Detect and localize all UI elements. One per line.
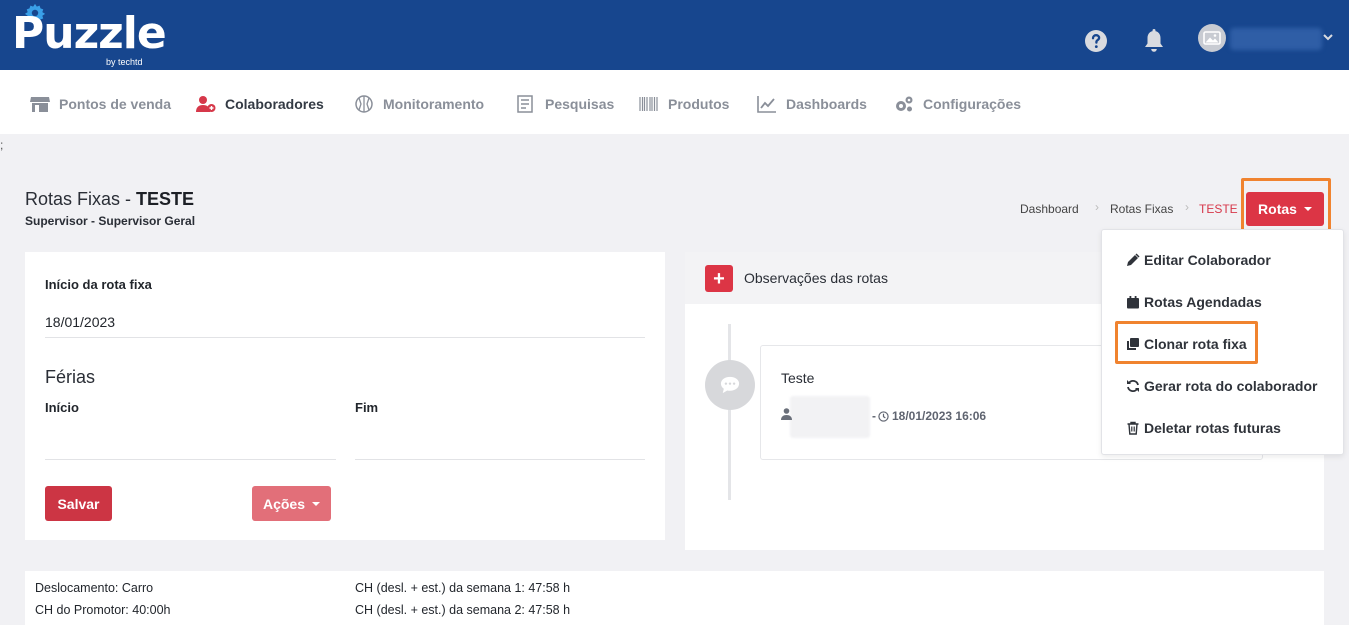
start-field-underline [45,337,645,338]
menu-item-label: Gerar rota do colaborador [1144,378,1318,394]
rotas-dropdown-button[interactable]: Rotas [1246,192,1324,226]
actions-button-label: Ações [262,495,306,512]
survey-icon [517,95,533,113]
nav-label: Pesquisas [545,96,615,112]
help-icon[interactable] [1084,29,1108,53]
breadcrumb-rotas-fixas[interactable]: Rotas Fixas [1110,202,1173,216]
summary-card: Deslocamento: Carro CH do Promotor: 40:0… [25,571,1324,625]
users-icon [196,96,216,112]
nav-item-monitoramento[interactable]: Monitoramento [354,94,484,114]
nav-label: Monitoramento [383,96,485,112]
menu-item-clonar-rota-fixa[interactable]: Clonar rota fixa [1126,333,1247,355]
inicio-date-field[interactable] [45,459,336,460]
add-observation-button[interactable]: + [705,265,733,292]
page-title-prefix: Rotas Fixas - [25,189,137,209]
note-meta: - 18/01/2023 16:06 [872,409,986,423]
ferias-title: Férias [45,367,96,387]
top-bar: Puzzle by techtd [0,0,1349,70]
chevron-down-icon[interactable] [1322,31,1334,43]
save-button[interactable]: Salvar [45,486,112,521]
fim-date-field[interactable] [355,459,645,460]
caret-down-icon [1303,207,1312,211]
pencil-icon [1127,253,1140,266]
observations-title: Observações das rotas [744,270,888,286]
caret-down-icon [312,501,321,506]
rota-fixa-form-card: Início da rota fixa 18/01/2023 Férias In… [25,252,665,540]
clone-icon [1127,338,1139,350]
fim-label: Fim [355,400,379,415]
note-date-prefix: - [872,409,876,423]
menu-item-editar-colaborador[interactable]: Editar Colaborador [1126,249,1271,271]
trash-icon [1127,421,1139,435]
avatar[interactable] [1198,24,1226,52]
nav-label: Configurações [923,96,1022,112]
page-title: Rotas Fixas - TESTE [25,189,194,210]
summary-ch-promotor: CH do Promotor: 40:00h [35,603,171,617]
page-subtitle: Supervisor - Supervisor Geral [25,214,196,228]
menu-item-deletar-rotas[interactable]: Deletar rotas futuras [1126,417,1281,439]
comment-icon [720,376,740,394]
menu-item-gerar-rota[interactable]: Gerar rota do colaborador [1126,375,1317,397]
menu-item-rotas-agendadas[interactable]: Rotas Agendadas [1126,291,1262,313]
menu-item-label: Deletar rotas futuras [1144,420,1281,436]
puzzle-logo[interactable]: Puzzle by techtd [10,2,167,68]
gears-icon [896,96,913,112]
bell-icon[interactable] [1142,28,1166,54]
nav-label: Colaboradores [225,96,324,112]
menu-item-label: Editar Colaborador [1144,252,1271,268]
actions-dropdown-button[interactable]: Ações [252,486,331,521]
comment-bubble [705,360,755,410]
menu-item-label: Rotas Agendadas [1144,294,1262,310]
main-nav: Pontos de venda Colaboradores Monitorame… [0,70,1349,134]
summary-ch-semana-1: CH (desl. + est.) da semana 1: 47:58 h [355,581,571,595]
nav-item-dashboards[interactable]: Dashboards [757,94,867,114]
inicio-label: Início [45,400,79,415]
refresh-icon [1127,380,1139,392]
line-chart-icon [757,96,776,113]
start-date-field[interactable]: 18/01/2023 [45,314,115,330]
username-redacted[interactable] [1230,28,1322,50]
rotas-dropdown-menu: Editar Colaborador Rotas Agendadas Clona… [1101,229,1344,455]
nav-item-produtos[interactable]: Produtos [639,94,729,114]
nav-item-pontos-de-venda[interactable]: Pontos de venda [30,94,171,114]
logo-text: Puzzle [12,8,167,59]
nav-item-pesquisas[interactable]: Pesquisas [516,94,614,114]
breadcrumb-dashboard[interactable]: Dashboard [1020,202,1079,216]
barcode-icon [639,97,658,111]
summary-deslocamento: Deslocamento: Carro [35,581,154,595]
map-icon [355,95,373,113]
timeline-line [728,324,731,500]
start-label: Início da rota fixa [45,277,152,292]
summary-ch-semana-2: CH (desl. + est.) da semana 2: 47:58 h [355,603,571,617]
stray-text: ; [0,138,4,152]
page-title-name: TESTE [136,189,195,209]
rotas-button-label: Rotas [1258,201,1297,217]
store-icon [30,97,50,112]
note-text: Teste [781,370,815,386]
author-redacted [790,396,870,438]
nav-item-configuracoes[interactable]: Configurações [894,94,1021,114]
nav-label: Produtos [668,96,730,112]
breadcrumb-separator: › [1185,200,1189,214]
breadcrumb-current: TESTE [1199,202,1238,216]
image-placeholder-icon [1203,31,1221,45]
menu-item-label: Clonar rota fixa [1144,336,1247,352]
nav-label: Dashboards [786,96,867,112]
nav-label: Pontos de venda [59,96,172,112]
calendar-icon [1127,296,1139,309]
user-icon [781,408,792,420]
note-timestamp: 18/01/2023 16:06 [892,409,987,423]
logo-subtext: by techtd [106,57,143,67]
breadcrumb-separator: › [1095,200,1099,214]
nav-item-colaboradores[interactable]: Colaboradores [196,94,324,114]
clock-icon [878,410,889,422]
